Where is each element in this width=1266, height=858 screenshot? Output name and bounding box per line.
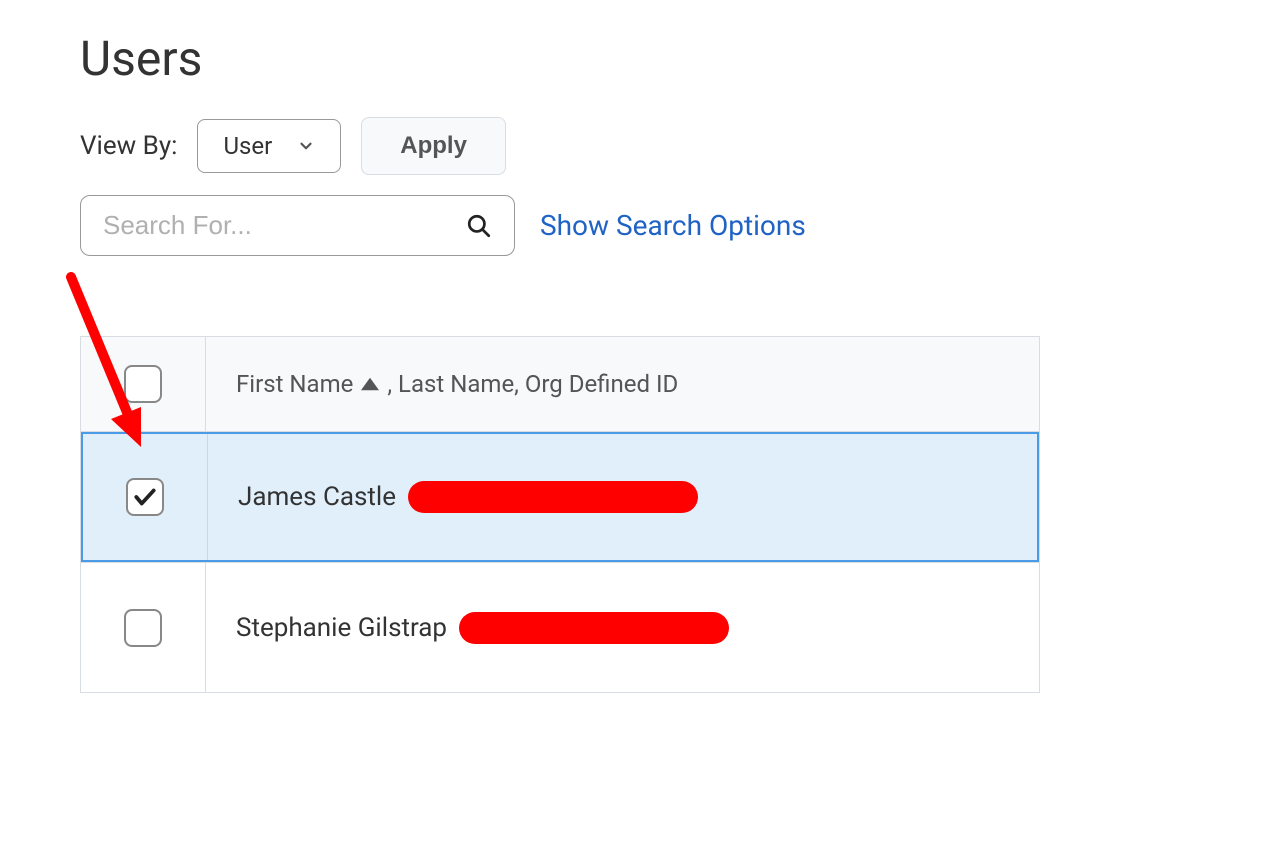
view-by-label: View By: (80, 131, 177, 161)
sort-ascending-icon (361, 377, 379, 391)
user-name: Stephanie Gilstrap (236, 613, 447, 643)
filter-controls: View By: User Apply (80, 117, 1186, 175)
table-header: First Name , Last Name, Org Defined ID (81, 337, 1039, 432)
view-by-value: User (223, 132, 272, 160)
chevron-down-icon (297, 137, 315, 155)
search-row: Show Search Options (80, 195, 1186, 256)
users-table: First Name , Last Name, Org Defined ID J… (80, 336, 1040, 693)
page-title: Users (80, 30, 1186, 87)
row-checkbox[interactable] (126, 478, 164, 516)
row-checkbox[interactable] (124, 609, 162, 647)
search-icon[interactable] (466, 213, 492, 239)
table-row[interactable]: Stephanie Gilstrap (81, 562, 1039, 692)
column-header[interactable]: First Name , Last Name, Org Defined ID (206, 370, 1039, 398)
view-by-dropdown[interactable]: User (197, 119, 341, 173)
sort-column-label: First Name (236, 370, 353, 398)
show-search-options-link[interactable]: Show Search Options (540, 209, 806, 242)
redacted-text (459, 612, 729, 644)
select-all-cell (81, 337, 206, 431)
row-content: James Castle (208, 481, 1037, 513)
table-row[interactable]: James Castle (81, 432, 1039, 562)
apply-button[interactable]: Apply (361, 117, 506, 175)
row-checkbox-cell (83, 434, 208, 560)
search-input[interactable] (103, 210, 466, 241)
redacted-text (408, 481, 698, 513)
row-content: Stephanie Gilstrap (206, 612, 1039, 644)
select-all-checkbox[interactable] (124, 365, 162, 403)
column-header-rest: , Last Name, Org Defined ID (387, 370, 678, 398)
row-checkbox-cell (81, 563, 206, 692)
user-name: James Castle (238, 482, 396, 512)
search-box (80, 195, 515, 256)
check-icon (132, 484, 158, 510)
